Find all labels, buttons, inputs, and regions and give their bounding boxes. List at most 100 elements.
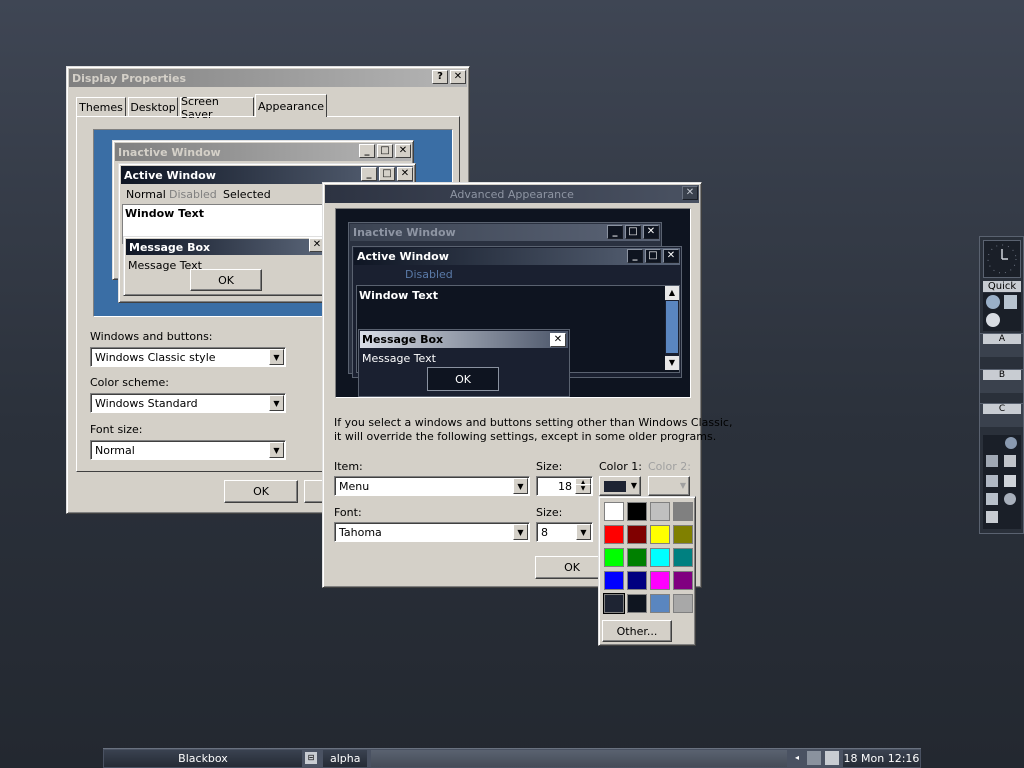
close-button[interactable]: ✕ (682, 186, 698, 200)
chevron-down-icon[interactable]: ▼ (513, 524, 528, 540)
maximize-icon: □ (645, 249, 661, 263)
item-size-stepper[interactable]: 18 ▲ ▼ (536, 476, 593, 496)
color-swatch[interactable] (650, 594, 670, 613)
font-size-select[interactable]: 8 ▼ (536, 522, 593, 542)
tab-appearance-label: Appearance (257, 99, 325, 113)
recycle-bin-icon[interactable] (986, 511, 998, 523)
close-button[interactable]: ✕ (450, 70, 466, 84)
color-swatch[interactable] (627, 571, 647, 590)
other-color-button[interactable]: Other... (602, 620, 672, 642)
chevron-down-icon: ▼ (630, 481, 637, 490)
browser-icon[interactable] (1005, 437, 1017, 449)
menu-normal: Normal (126, 188, 166, 201)
maximize-icon: □ (377, 144, 393, 158)
font-size-label: Size: (536, 506, 563, 519)
slit-panel: Quick A B C (979, 236, 1024, 534)
app-icon[interactable] (986, 475, 998, 487)
menu-selected: Selected (223, 188, 271, 201)
tab-appearance[interactable]: Appearance (255, 94, 327, 117)
chevron-down-icon[interactable]: ▼ (269, 395, 284, 411)
media-player-icon[interactable] (986, 313, 1000, 327)
color-swatch[interactable] (673, 525, 693, 544)
color-swatch[interactable] (604, 571, 624, 590)
tray-network-icon[interactable] (807, 751, 821, 765)
color-swatch[interactable] (650, 571, 670, 590)
workspace-toggle-icon[interactable]: ⊟ (305, 752, 317, 764)
font-size-select[interactable]: Normal ▼ (90, 440, 286, 460)
task-alpha[interactable]: alpha (323, 750, 367, 767)
font-select[interactable]: Tahoma ▼ (334, 522, 530, 542)
windows-buttons-select[interactable]: Windows Classic style ▼ (90, 347, 286, 367)
network-icon[interactable] (986, 493, 998, 505)
font-size-label: Font size: (90, 423, 143, 436)
color-scheme-select[interactable]: Windows Standard ▼ (90, 393, 286, 413)
color-swatch[interactable] (627, 502, 647, 521)
color-swatch[interactable] (650, 548, 670, 567)
preview-message-box: Message Box ✕ Message Text OK (358, 329, 570, 397)
color-picker-popup: Other... (598, 496, 696, 646)
chevron-down-icon[interactable]: ▼ (513, 478, 528, 494)
preview-scrollbar: ▲ ▼ (665, 286, 679, 370)
clock-label: 18 Mon 12:16 (843, 750, 920, 767)
display-properties-title: Display Properties (72, 71, 187, 85)
advanced-appearance-titlebar[interactable]: Advanced Appearance (325, 185, 699, 203)
app-icon[interactable] (1004, 455, 1016, 467)
color-swatch[interactable] (604, 525, 624, 544)
app-icon[interactable] (1004, 493, 1016, 505)
color2-button[interactable]: ▼ (648, 476, 690, 496)
scroll-up-icon: ▲ (665, 286, 679, 300)
display-properties-titlebar[interactable]: Display Properties (69, 69, 467, 87)
color-swatch[interactable] (627, 594, 647, 613)
maximize-icon: □ (379, 167, 395, 181)
item-value: Menu (339, 480, 370, 493)
browser-icon[interactable] (986, 295, 1000, 309)
tray-arrow-icon[interactable]: ◂ (791, 752, 803, 764)
workspace-label[interactable]: Blackbox (104, 750, 302, 767)
workspace-c[interactable]: C (980, 403, 1023, 427)
other-color-label: Other... (616, 624, 658, 638)
quick-launch-area (983, 293, 1021, 331)
close-icon: ✕ (643, 225, 659, 239)
item-label: Item: (334, 460, 363, 473)
ok-button[interactable]: OK (224, 480, 298, 503)
color-swatch[interactable] (650, 525, 670, 544)
item-size-value: 18 (558, 480, 572, 493)
advanced-preview: Inactive Window _ □ ✕ Active Window _ □ … (335, 208, 691, 398)
color-swatch[interactable] (604, 502, 624, 521)
color1-label: Color 1: (599, 460, 642, 473)
tab-screen-saver[interactable]: Screen Saver (180, 95, 254, 121)
tab-themes-label: Themes (79, 101, 123, 114)
color-swatch[interactable] (673, 502, 693, 521)
quick-launch-label: Quick (983, 281, 1021, 292)
workspace-b[interactable]: B (980, 369, 1023, 393)
help-button[interactable]: ? (432, 70, 448, 84)
color-swatch[interactable] (604, 548, 624, 567)
printer-icon[interactable] (1004, 475, 1016, 487)
chevron-down-icon[interactable]: ▼ (576, 524, 591, 540)
color-swatch[interactable] (650, 502, 670, 521)
color-swatch[interactable] (627, 548, 647, 567)
color-swatch[interactable] (673, 594, 693, 613)
taskbar: Blackbox ⊟ alpha ◂ 18 Mon 12:16 (103, 748, 921, 768)
color-swatch[interactable] (603, 593, 625, 614)
app-icon[interactable] (986, 455, 998, 467)
font-size-value: 8 (541, 526, 548, 539)
color-swatch[interactable] (673, 571, 693, 590)
color-swatch[interactable] (673, 548, 693, 567)
workspace-a[interactable]: A (980, 333, 1023, 357)
tray-volume-icon[interactable] (825, 751, 839, 765)
item-select[interactable]: Menu ▼ (334, 476, 530, 496)
explorer-icon[interactable] (1004, 295, 1017, 309)
spin-down-icon[interactable]: ▼ (575, 484, 591, 494)
info-text-line2: it will override the following settings,… (334, 430, 717, 443)
font-value: Tahoma (339, 526, 382, 539)
tab-themes[interactable]: Themes (76, 97, 126, 117)
close-icon: ✕ (397, 167, 413, 181)
preview-ok-label: OK (455, 372, 471, 386)
color2-label: Color 2: (648, 460, 691, 473)
chevron-down-icon[interactable]: ▼ (269, 349, 284, 365)
chevron-down-icon[interactable]: ▼ (269, 442, 284, 458)
color1-button[interactable]: ▼ (599, 476, 641, 496)
color-swatch[interactable] (627, 525, 647, 544)
tab-desktop[interactable]: Desktop (128, 97, 178, 117)
